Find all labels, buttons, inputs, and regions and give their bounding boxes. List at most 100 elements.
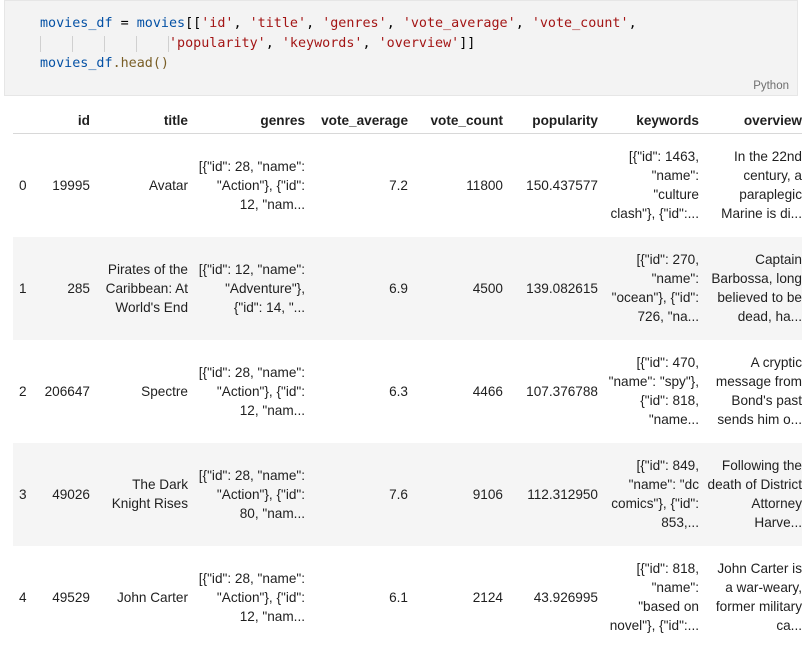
code-variable: movies_df <box>40 56 113 71</box>
code-string: 'title' <box>249 16 307 31</box>
cell-text: [{"id": 470, "name": "spy"}, {"id": 818,… <box>608 355 699 427</box>
cell-title: Avatar <box>98 134 196 237</box>
cell-genres: [{"id": 28, "name": "Action"}, {"id": 12… <box>196 546 313 649</box>
code-string: 'id' <box>201 16 234 31</box>
cell-id: 19995 <box>52 177 90 193</box>
table-row: 1 285 Pirates of the Caribbean: At World's… <box>13 236 802 340</box>
code-cell[interactable]: movies_df = movies[['id', 'title', 'genr… <box>4 0 798 96</box>
cell-id: 206647 <box>44 383 90 399</box>
cell-overview: Captain Barbossa, long believed to be de… <box>707 237 802 340</box>
cell-popularity: 112.312950 <box>527 486 598 502</box>
cell-text: Pirates of the Caribbean: At World's End <box>105 261 188 315</box>
code-method: .head() <box>112 56 169 71</box>
cell-genres: [{"id": 28, "name": "Action"}, {"id": 80… <box>196 443 313 546</box>
code-line: 'popularity', 'keywords', 'overview']] <box>40 34 637 54</box>
cell-popularity: 107.376788 <box>526 383 598 399</box>
code-comma: , <box>265 36 282 51</box>
code-string: 'vote_count' <box>531 16 629 31</box>
cell-text: [{"id": 28, "name": "Action"}, {"id": 12… <box>198 364 305 418</box>
cell-text: Following the death of District Attorney… <box>707 458 802 530</box>
code-variable: movies <box>136 16 186 31</box>
cell-text: Spectre <box>141 383 188 399</box>
code-bracket: ]] <box>459 36 476 51</box>
code-line: movies_df.head() <box>40 54 637 74</box>
cell-overview: A cryptic message from Bond's past sends… <box>707 340 802 443</box>
cell-vote-count: 11800 <box>466 177 503 193</box>
cell-text: A cryptic message from Bond's past sends… <box>715 355 802 427</box>
cell-vote-count: 2124 <box>472 589 503 605</box>
cell-overview: In the 22nd century, a paraplegic Marine… <box>707 134 802 237</box>
cell-text: [{"id": 28, "name": "Action"}, {"id": 12… <box>198 570 305 624</box>
cell-title: Spectre <box>98 340 196 443</box>
cell-genres: [{"id": 28, "name": "Action"}, {"id": 12… <box>196 340 313 443</box>
cell-vote-average: 7.6 <box>389 486 408 502</box>
column-header-title: title <box>98 107 196 134</box>
cell-text: In the 22nd century, a paraplegic Marine… <box>721 149 802 222</box>
cell-text: Avatar <box>148 177 188 193</box>
row-index: 4 <box>19 589 27 605</box>
cell-popularity: 43.926995 <box>533 589 598 605</box>
cell-id: 285 <box>67 280 90 296</box>
cell-vote-average: 6.3 <box>389 383 408 399</box>
column-header-vote-average: vote_average <box>313 107 416 134</box>
cell-popularity: 139.082615 <box>526 280 598 296</box>
code-string: 'popularity' <box>169 36 266 51</box>
cell-keywords: [{"id": 270, "name": "ocean"}, {"id": 72… <box>606 237 707 340</box>
cell-keywords: [{"id": 849, "name": "dc comics"}, {"id"… <box>606 443 707 546</box>
cell-title: The Dark Knight Rises <box>98 443 196 546</box>
dataframe-output: id title genres vote_average vote_count popul… <box>13 107 802 649</box>
cell-title: John Carter <box>98 546 196 649</box>
row-index: 1 <box>19 280 27 296</box>
cell-overview: Following the death of District Attorney… <box>707 443 802 546</box>
table-row: 0 19995 Avatar [{"id": 28, "name": "Action"… <box>13 134 802 237</box>
cell-keywords: [{"id": 470, "name": "spy"}, {"id": 818,… <box>606 340 707 443</box>
cell-vote-count: 4466 <box>472 383 503 399</box>
code-comma: , <box>628 16 637 31</box>
code-string: 'genres' <box>322 16 387 31</box>
cell-text: [{"id": 28, "name": "Action"}, {"id": 80… <box>198 467 305 521</box>
cell-text: Captain Barbossa, long believed to be de… <box>711 252 802 324</box>
row-index: 3 <box>19 486 27 502</box>
cell-text: [{"id": 849, "name": "dc comics"}, {"id"… <box>611 458 699 530</box>
code-line: movies_df = movies[['id', 'title', 'genr… <box>40 14 637 34</box>
code-string: 'overview' <box>378 36 460 51</box>
code-comma: , <box>362 36 379 51</box>
cell-vote-count: 4500 <box>472 280 503 296</box>
column-header-overview: overview <box>707 107 802 134</box>
table-row: 4 49529 John Carter [{"id": 28, "name": "Ac… <box>13 546 802 649</box>
cell-id: 49529 <box>52 589 90 605</box>
table-row: 3 49026 The Dark Knight Rises [{"id": 28, "… <box>13 442 802 546</box>
cell-text: [{"id": 1463, "name": "culture clash"}, … <box>610 149 699 222</box>
code-string: 'keywords' <box>281 36 363 51</box>
column-header-genres: genres <box>196 107 313 134</box>
cell-text: [{"id": 12, "name": "Adventure"}, {"id":… <box>198 261 305 315</box>
cell-title: Pirates of the Caribbean: At World's End <box>98 237 196 340</box>
index-header <box>13 107 41 134</box>
code-comma: , <box>515 16 532 31</box>
code-comma: , <box>233 16 250 31</box>
column-header-keywords: keywords <box>606 107 707 134</box>
cell-vote-average: 6.9 <box>389 280 408 296</box>
column-header-id: id <box>41 107 98 134</box>
cell-keywords: [{"id": 1463, "name": "culture clash"}, … <box>606 134 707 237</box>
cell-text: John Carter <box>116 589 188 605</box>
column-header-popularity: popularity <box>511 107 606 134</box>
column-header-vote-count: vote_count <box>416 107 511 134</box>
cell-vote-count: 9106 <box>472 486 503 502</box>
cell-vote-average: 6.1 <box>389 589 408 605</box>
code-variable: movies_df <box>40 16 113 31</box>
cell-text: [{"id": 270, "name": "ocean"}, {"id": 72… <box>611 252 699 324</box>
cell-genres: [{"id": 12, "name": "Adventure"}, {"id":… <box>196 237 313 340</box>
code-string: 'vote_average' <box>402 16 516 31</box>
code-comma: , <box>306 16 323 31</box>
code-operator: = <box>112 16 137 31</box>
cell-id: 49026 <box>52 486 90 502</box>
cell-popularity: 150.437577 <box>526 177 598 193</box>
cell-text: [{"id": 818, "name": "based on novel"}, … <box>609 561 699 633</box>
code-editor[interactable]: movies_df = movies[['id', 'title', 'genr… <box>40 14 637 74</box>
cell-text: John Carter is a war-weary, former milit… <box>715 561 802 633</box>
cell-text: [{"id": 28, "name": "Action"}, {"id": 12… <box>198 158 305 212</box>
cell-language-label[interactable]: Python <box>753 80 789 92</box>
row-index: 0 <box>19 177 27 193</box>
table-header-row: id title genres vote_average vote_count popul… <box>13 107 802 134</box>
